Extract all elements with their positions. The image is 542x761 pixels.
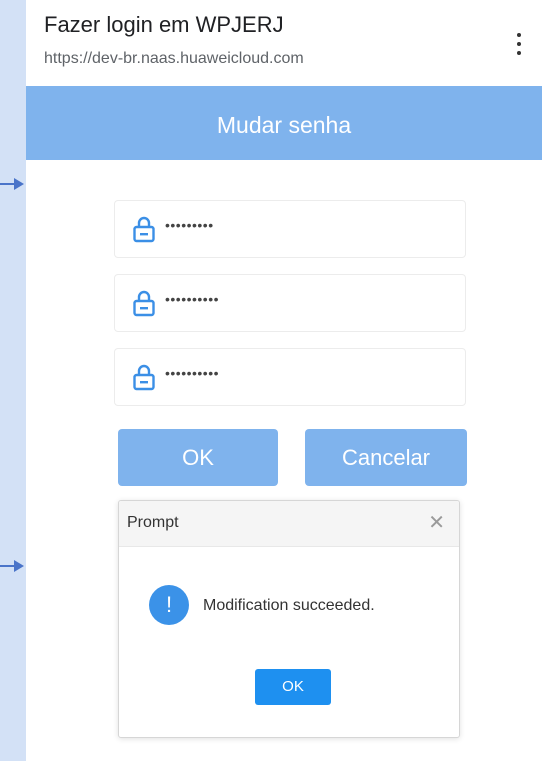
- dialog-message: Modification succeeded.: [203, 597, 375, 614]
- lock-icon: [133, 364, 155, 391]
- browser-url[interactable]: https://dev-br.naas.huaweicloud.com: [44, 50, 304, 68]
- password-masked-value: ••••••••••: [165, 365, 220, 381]
- new-password-field[interactable]: ••••••••••: [114, 274, 466, 332]
- current-password-field[interactable]: •••••••••: [114, 200, 466, 258]
- dialog-title: Prompt: [127, 514, 179, 531]
- page-title: Mudar senha: [216, 112, 352, 138]
- browser-title: Fazer login em WPJERJ: [44, 12, 284, 37]
- password-masked-value: •••••••••: [165, 217, 214, 233]
- page-header: Mudar senha: [26, 86, 542, 160]
- annotation-arrow-1: [0, 178, 26, 190]
- phone-screen: Fazer login em WPJERJ https://dev-br.naa…: [26, 0, 542, 761]
- annotation-arrow-2: [0, 560, 26, 572]
- password-masked-value: ••••••••••: [165, 291, 220, 307]
- lock-icon: [133, 216, 155, 243]
- info-icon: !: [149, 585, 189, 625]
- browser-top-bar: Fazer login em WPJERJ https://dev-br.naa…: [26, 0, 542, 86]
- more-vertical-icon[interactable]: [510, 30, 528, 58]
- prompt-dialog: Prompt ✕ ! Modification succeeded. OK: [118, 500, 460, 738]
- dialog-ok-button[interactable]: OK: [255, 669, 331, 705]
- dialog-header: Prompt ✕: [119, 501, 459, 547]
- close-icon[interactable]: ✕: [428, 510, 445, 535]
- cancel-button[interactable]: Cancelar: [305, 429, 467, 486]
- confirm-password-field[interactable]: ••••••••••: [114, 348, 466, 406]
- lock-icon: [133, 290, 155, 317]
- ok-button[interactable]: OK: [118, 429, 278, 486]
